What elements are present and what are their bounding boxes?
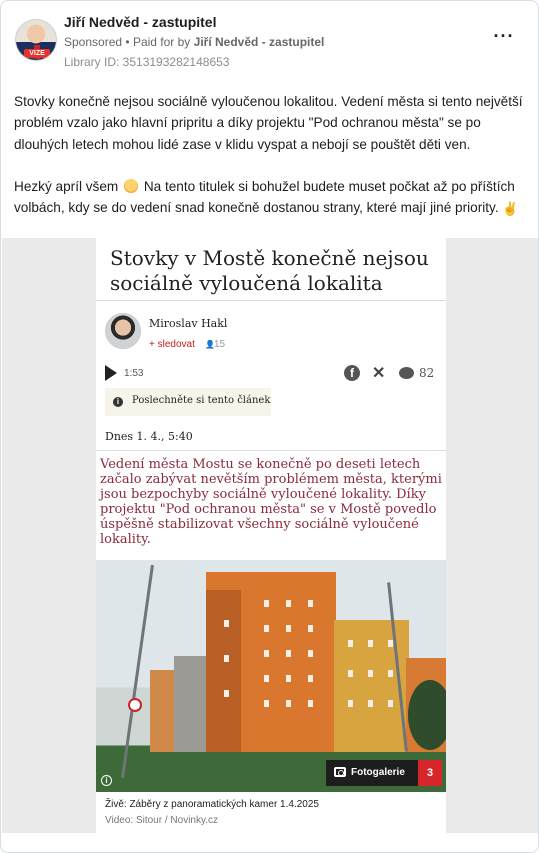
window [264, 600, 269, 607]
author-name: Miroslav Hakl [149, 317, 228, 330]
window [368, 700, 373, 707]
paid-for-name[interactable]: Jiří Nedvěd - zastupitel [194, 35, 325, 49]
avatar-badge: VIZE [24, 49, 50, 58]
window [264, 650, 269, 657]
window [388, 670, 393, 677]
post-paragraph-1: Stovky konečně nejsou sociálně vyloučeno… [14, 94, 523, 152]
window [286, 675, 291, 682]
window [348, 640, 353, 647]
article-lead: Vedení města Mostu se konečně po deseti … [100, 457, 442, 547]
window [286, 650, 291, 657]
post-paragraph-2: Hezký apríl všem Na tento titulek si boh… [14, 176, 529, 219]
window [348, 670, 353, 677]
article-photo: i Fotogalerie 3 [96, 560, 446, 792]
tree [408, 680, 446, 750]
author-avatar [105, 313, 141, 349]
window [224, 620, 229, 627]
article-screenshot[interactable]: Stovky v Mostě konečně nejsou sociálně v… [96, 238, 446, 833]
road-sign [128, 698, 142, 712]
title-divider [96, 300, 446, 301]
play-icon [105, 365, 117, 381]
victory-hand-emoji-icon: ✌ [502, 201, 519, 217]
window [264, 700, 269, 707]
audio-duration: 1:53 [124, 368, 144, 379]
street-lamp [121, 564, 154, 779]
article-date: Dnes 1. 4., 5:40 [105, 430, 193, 443]
window [308, 600, 313, 607]
window [264, 675, 269, 682]
photo-caption: Živě: Záběry z panoramatických kamer 1.4… [105, 799, 319, 810]
page-avatar[interactable]: VIZE [15, 19, 57, 61]
post-text: Stovky konečně nejsou sociálně vyloučeno… [14, 91, 529, 239]
photo-caption-source: Video: Sitour / Novinky.cz [105, 815, 219, 826]
window [224, 655, 229, 662]
window [308, 650, 313, 657]
photo-info-icon: i [101, 775, 112, 786]
more-options-button[interactable]: ··· [492, 27, 516, 47]
listen-article-box: i Poslechněte si tento článek [105, 388, 271, 416]
article-title: Stovky v Mostě konečně nejsou sociálně v… [110, 246, 429, 295]
gallery-label: Fotogalerie [351, 767, 405, 778]
follower-count-value: 15 [214, 339, 226, 350]
gallery-count: 3 [418, 760, 442, 786]
sponsored-post-card: VIZE Jiří Nedvěd - zastupitel Sponsored … [0, 0, 539, 853]
listen-label: Poslechněte si tento článek [132, 395, 271, 406]
page-name[interactable]: Jiří Nedvěd - zastupitel [64, 14, 216, 30]
smiling-face-emoji-icon [124, 178, 139, 193]
post-header: VIZE Jiří Nedvěd - zastupitel Sponsored … [13, 13, 526, 75]
window [224, 690, 229, 697]
sponsored-label: Sponsored [64, 35, 123, 49]
window [388, 640, 393, 647]
gallery-button: Fotogalerie [326, 760, 418, 786]
follow-button: + sledovat [149, 339, 195, 350]
library-id: Library ID: 3513193282148653 [64, 55, 230, 69]
window [388, 700, 393, 707]
camera-icon [334, 767, 346, 777]
window [286, 600, 291, 607]
comment-count: 82 [419, 366, 435, 380]
meta-separator: • [125, 35, 133, 49]
person-icon: 👤 [205, 340, 215, 349]
window [368, 670, 373, 677]
x-share-icon: ✕ [372, 365, 386, 382]
window [286, 625, 291, 632]
more-horizontal-icon: ··· [493, 26, 515, 46]
lead-divider [96, 450, 446, 451]
window [368, 640, 373, 647]
info-icon: i [113, 397, 123, 407]
follower-count: 👤15 [205, 339, 225, 350]
tower-side [206, 590, 241, 752]
window [308, 625, 313, 632]
window [308, 700, 313, 707]
comment-icon [399, 367, 414, 379]
window [264, 625, 269, 632]
paid-for-prefix: Paid for by [132, 35, 191, 49]
facebook-icon: f [344, 365, 360, 381]
post-paragraph-2-start: Hezký apríl všem [14, 178, 119, 194]
window [308, 675, 313, 682]
sponsored-meta: Sponsored • Paid for by Jiří Nedvěd - za… [64, 35, 324, 49]
window [348, 700, 353, 707]
window [286, 700, 291, 707]
